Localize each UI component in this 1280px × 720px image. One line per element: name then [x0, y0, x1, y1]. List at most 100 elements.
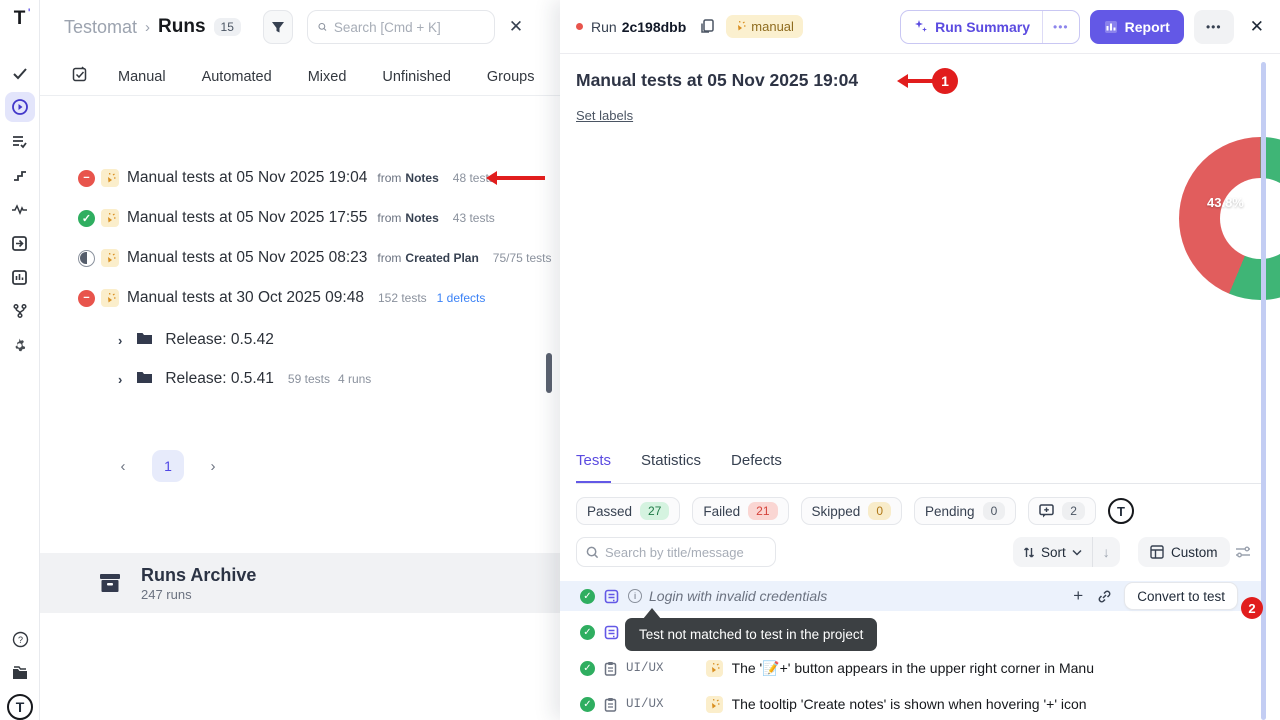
- breadcrumb-project[interactable]: Testomat: [64, 17, 137, 38]
- select-runs-icon[interactable]: [72, 66, 88, 87]
- tab-unfinished[interactable]: Unfinished: [382, 69, 451, 85]
- passed-check-icon: ✓: [580, 661, 595, 676]
- run-defects-link[interactable]: 1 defects: [437, 291, 486, 305]
- add-icon[interactable]: +: [1073, 586, 1083, 606]
- annotation-arrow: [908, 79, 934, 83]
- prev-page-icon[interactable]: ‹: [110, 458, 136, 475]
- breadcrumb-page: Runs: [158, 16, 206, 38]
- run-row[interactable]: − Manual tests at 30 Oct 2025 09:48 152 …: [40, 278, 560, 318]
- filter-button[interactable]: [263, 10, 293, 44]
- pagination: ‹ 1 ›: [110, 450, 226, 482]
- run-tests-count: 75/75 tests: [493, 251, 552, 265]
- run-detail-header: Run 2c198dbb manual Run Summary ••• Repo…: [560, 0, 1280, 54]
- page-1-button[interactable]: 1: [152, 450, 184, 482]
- sort-label: Sort: [1041, 545, 1066, 560]
- analytics-icon[interactable]: [5, 262, 35, 292]
- run-summary-more-button[interactable]: •••: [1043, 20, 1079, 34]
- branch-icon[interactable]: [5, 296, 35, 326]
- clipboard-icon: [604, 661, 617, 676]
- release-folder-row[interactable]: › Release: 0.5.42: [40, 320, 560, 360]
- unmatched-tooltip: Test not matched to test in the project: [625, 618, 877, 651]
- run-row[interactable]: Manual tests at 05 Nov 2025 08:23 from C…: [40, 238, 560, 278]
- runs-archive-banner[interactable]: Runs Archive 247 runs: [40, 553, 560, 613]
- close-search-icon[interactable]: ✕: [509, 17, 523, 37]
- tests-search-input[interactable]: [605, 545, 765, 560]
- more-options-button[interactable]: •••: [1194, 10, 1234, 44]
- next-page-icon[interactable]: ›: [200, 458, 226, 475]
- tab-automated[interactable]: Automated: [202, 69, 272, 85]
- chip-comments[interactable]: 2: [1028, 497, 1096, 525]
- chip-pending[interactable]: Pending0: [914, 497, 1016, 525]
- annotation-circle-1: 1: [932, 68, 958, 94]
- runs-search[interactable]: [307, 10, 495, 44]
- chip-passed[interactable]: Passed27: [576, 497, 680, 525]
- chevron-right-icon[interactable]: ›: [118, 372, 122, 387]
- sparkles-icon: [913, 19, 928, 34]
- pending-count-badge: 0: [983, 502, 1006, 520]
- close-panel-icon[interactable]: ✕: [1250, 17, 1264, 37]
- search-icon: [318, 20, 327, 34]
- set-labels-link[interactable]: Set labels: [576, 108, 633, 123]
- chevron-right-icon[interactable]: ›: [118, 333, 122, 348]
- runs-count-badge: 15: [214, 18, 241, 36]
- import-icon[interactable]: [5, 228, 35, 258]
- projects-folder-icon[interactable]: [5, 658, 35, 688]
- checks-icon[interactable]: [5, 58, 35, 88]
- sort-direction-button[interactable]: ↓: [1093, 544, 1120, 560]
- convert-to-test-button[interactable]: Convert to test: [1124, 582, 1238, 610]
- user-avatar[interactable]: T: [7, 694, 33, 720]
- list-scrollbar[interactable]: [546, 353, 552, 393]
- pulse-icon[interactable]: [5, 194, 35, 224]
- runs-list-panel: Testomat › Runs 15 ✕ Manual Automated Mi…: [40, 0, 560, 720]
- archive-subtitle: 247 runs: [141, 587, 256, 602]
- settings-gear-icon[interactable]: [5, 330, 35, 360]
- folder-runs-count: 4 runs: [338, 372, 371, 386]
- tab-tests[interactable]: Tests: [576, 452, 611, 483]
- manual-run-icon: [101, 169, 119, 187]
- run-source: Created Plan: [405, 251, 478, 265]
- test-row[interactable]: ✓ UI/UX The tooltip 'Create notes' is sh…: [560, 689, 1264, 719]
- passed-count-badge: 27: [640, 502, 669, 520]
- tab-mixed[interactable]: Mixed: [308, 69, 347, 85]
- test-row[interactable]: ✓ i Login with invalid credentials + Con…: [560, 581, 1264, 611]
- chip-failed[interactable]: Failed21: [692, 497, 788, 525]
- runs-icon[interactable]: [5, 92, 35, 122]
- report-button[interactable]: Report: [1090, 10, 1184, 44]
- tab-groups[interactable]: Groups: [487, 69, 535, 85]
- run-row[interactable]: − Manual tests at 05 Nov 2025 19:04 from…: [40, 158, 560, 198]
- milestones-icon[interactable]: [5, 160, 35, 190]
- tab-manual[interactable]: Manual: [118, 69, 166, 85]
- run-row[interactable]: ✓ Manual tests at 05 Nov 2025 17:55 from…: [40, 198, 560, 238]
- release-folder-row[interactable]: › Release: 0.5.41 59 tests 4 runs: [40, 359, 560, 399]
- failed-dot-icon: [576, 23, 583, 30]
- test-plans-icon[interactable]: [5, 126, 35, 156]
- chip-skipped[interactable]: Skipped0: [801, 497, 902, 525]
- test-suite-label: UI/UX: [626, 697, 664, 711]
- detail-tabs: Tests Statistics Defects: [576, 452, 1264, 484]
- tests-search[interactable]: [576, 537, 776, 567]
- test-suite-label: UI/UX: [626, 661, 664, 675]
- custom-view-button[interactable]: Custom: [1138, 537, 1230, 567]
- run-summary-button[interactable]: Run Summary: [901, 11, 1043, 43]
- runs-filter-tabs: Manual Automated Mixed Unfinished Groups…: [40, 58, 560, 96]
- assignee-avatar[interactable]: T: [1108, 498, 1134, 524]
- detail-scrollbar[interactable]: [1261, 62, 1266, 720]
- partial-status-icon: [78, 250, 95, 267]
- archive-box-icon: [97, 571, 123, 595]
- passed-check-icon: ✓: [580, 589, 595, 604]
- help-icon[interactable]: ?: [5, 624, 35, 654]
- link-icon[interactable]: [1097, 589, 1112, 604]
- test-row[interactable]: ✓ UI/UX The '📝+' button appears in the u…: [560, 653, 1264, 683]
- grid-icon: [1150, 545, 1164, 559]
- testomat-logo-icon[interactable]: T': [9, 8, 31, 30]
- runs-search-input[interactable]: [334, 20, 484, 35]
- sort-arrows-icon: [1023, 546, 1035, 559]
- report-label: Report: [1125, 19, 1170, 35]
- tab-statistics[interactable]: Statistics: [641, 452, 701, 483]
- sort-button[interactable]: Sort: [1013, 537, 1093, 567]
- copy-icon[interactable]: [700, 19, 714, 34]
- tab-defects[interactable]: Defects: [731, 452, 782, 483]
- skipped-count-badge: 0: [868, 502, 891, 520]
- run-title-heading: Manual tests at 05 Nov 2025 19:04: [576, 70, 858, 91]
- view-options-icon[interactable]: [1228, 537, 1258, 567]
